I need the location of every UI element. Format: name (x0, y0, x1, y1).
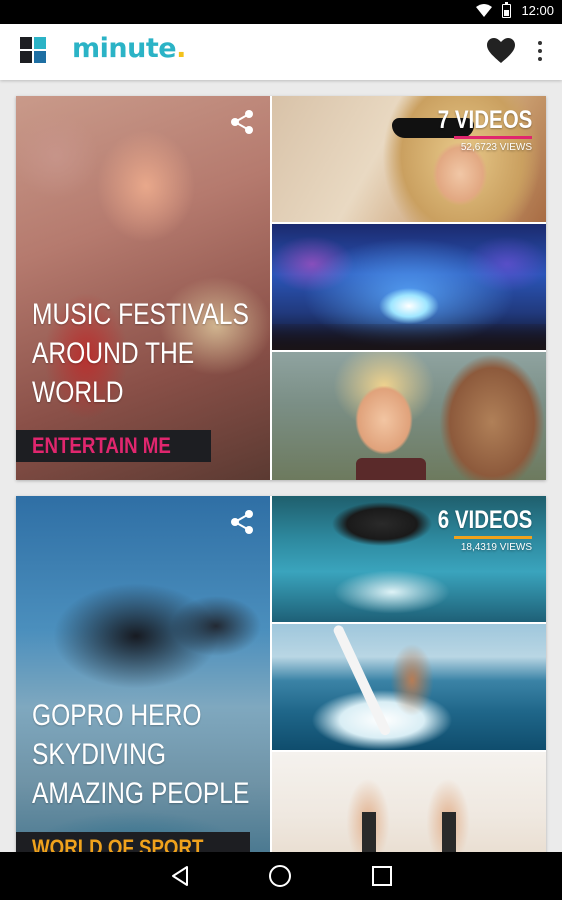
harness (362, 812, 376, 852)
count-underline (454, 536, 532, 539)
video-thumbnail[interactable] (272, 224, 546, 350)
playlist-title: MUSIC FESTIVALS AROUND THE WORLD (32, 295, 249, 412)
category-label[interactable]: ENTERTAIN ME (16, 430, 212, 462)
status-bar: 12:00 (0, 0, 562, 24)
title-line: WORLD (32, 376, 124, 409)
playlist-card-music-festivals[interactable]: MUSIC FESTIVALS AROUND THE WORLD ENTERTA… (16, 96, 546, 480)
wifi-icon (476, 3, 493, 17)
video-thumbnail[interactable]: 6 VIDEOS 18,4319 VIEWS (272, 496, 546, 622)
video-thumbnail[interactable]: 7 VIDEOS 52,6723 VIEWS (272, 96, 546, 222)
status-time: 12:00 (521, 3, 554, 18)
share-icon[interactable] (228, 108, 256, 136)
title-line: SKYDIVING (32, 738, 166, 771)
share-icon[interactable] (228, 508, 256, 536)
logo-wordmark: minute (72, 33, 177, 64)
app-logo: minute. (72, 33, 186, 64)
recents-icon[interactable] (370, 864, 394, 888)
title-line: AMAZING PEOPLE (32, 777, 250, 810)
title-line: AROUND THE (32, 337, 195, 370)
count-underline (454, 136, 532, 139)
video-thumbnail[interactable] (272, 352, 546, 480)
top (356, 458, 426, 480)
video-thumbnail[interactable] (272, 624, 546, 750)
title-line: GOPRO HERO (32, 699, 202, 732)
title-line: MUSIC FESTIVALS (32, 298, 249, 331)
view-count: 18,4319 VIEWS (460, 542, 532, 553)
video-count: 7 VIDEOS (437, 106, 532, 134)
more-vert-icon[interactable] (534, 39, 546, 63)
back-icon[interactable] (168, 864, 192, 888)
logo-dot: . (176, 33, 186, 64)
view-count: 52,6723 VIEWS (460, 142, 532, 153)
hero-image[interactable]: GOPRO HERO SKYDIVING AMAZING PEOPLE WORL… (16, 496, 270, 880)
harness (442, 812, 456, 852)
playlist-title: GOPRO HERO SKYDIVING AMAZING PEOPLE (32, 696, 250, 813)
heart-icon[interactable] (487, 38, 515, 64)
battery-icon (502, 1, 512, 18)
logo-icon (20, 37, 48, 65)
system-nav-bar (0, 852, 562, 900)
hero-image[interactable]: MUSIC FESTIVALS AROUND THE WORLD ENTERTA… (16, 96, 270, 480)
app-bar: minute. (0, 24, 562, 80)
home-icon[interactable] (268, 864, 292, 888)
playlist-card-gopro-hero[interactable]: GOPRO HERO SKYDIVING AMAZING PEOPLE WORL… (16, 496, 546, 880)
crowd (272, 324, 546, 350)
video-count: 6 VIDEOS (437, 506, 532, 534)
